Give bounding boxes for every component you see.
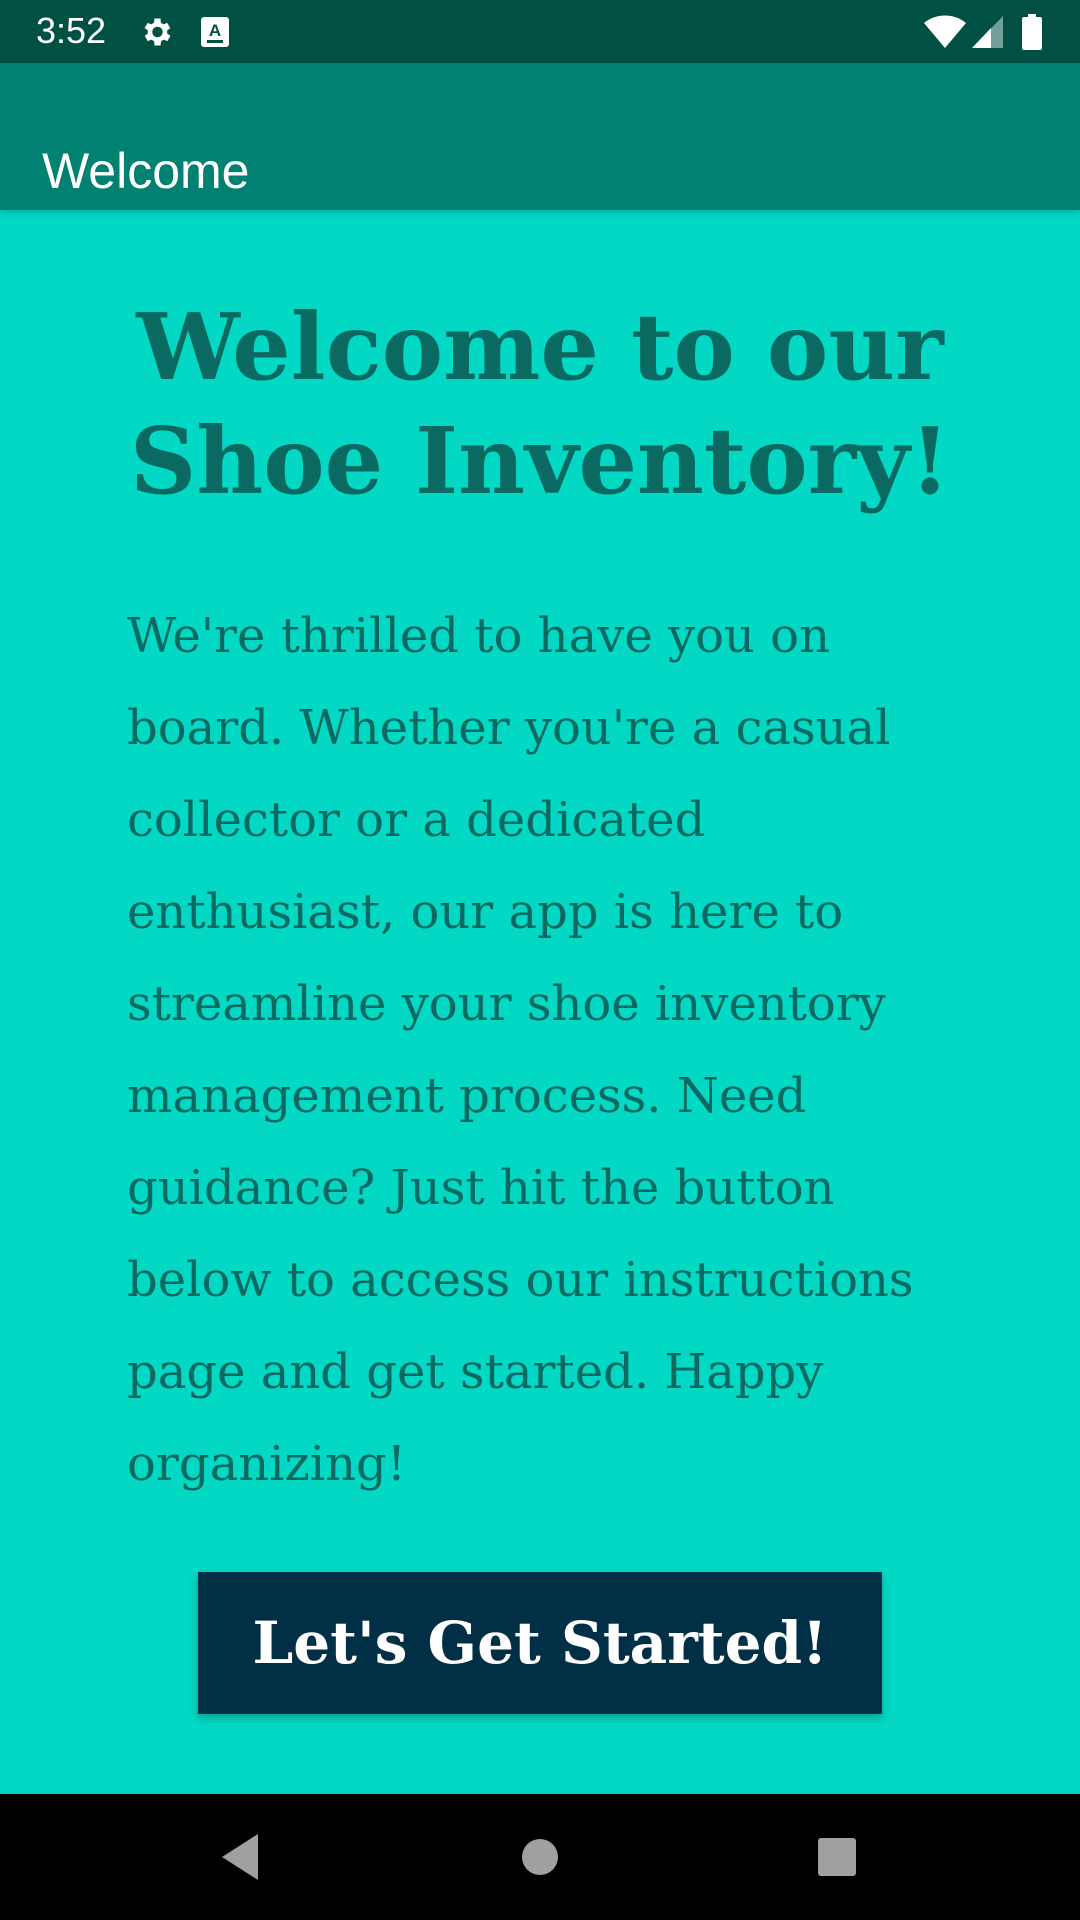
recents-icon <box>818 1838 856 1876</box>
accessibility-a-icon: A <box>198 0 232 63</box>
home-button[interactable] <box>477 1794 603 1920</box>
status-bar: 3:52 A <box>0 0 1080 63</box>
back-button[interactable] <box>177 1794 303 1920</box>
cellular-signal-icon <box>970 0 1004 63</box>
wifi-icon <box>922 0 968 63</box>
battery-icon <box>1018 0 1046 63</box>
navigation-bar <box>0 1794 1080 1920</box>
app-bar-title: Welcome <box>42 142 250 199</box>
app-bar: Welcome <box>0 63 1080 210</box>
welcome-body-text: We're thrilled to have you on board. Whe… <box>127 608 914 1492</box>
status-time: 3:52 <box>36 10 107 51</box>
gear-icon <box>136 0 176 63</box>
back-icon <box>222 1834 258 1880</box>
welcome-headline: Welcome to our Shoe Inventory! <box>129 293 951 515</box>
home-icon <box>522 1839 558 1875</box>
get-started-button[interactable]: Let's Get Started! <box>198 1572 882 1714</box>
welcome-content: Welcome to our Shoe Inventory! We're thr… <box>0 210 1080 1794</box>
svg-text:A: A <box>209 21 221 40</box>
recents-button[interactable] <box>774 1794 900 1920</box>
